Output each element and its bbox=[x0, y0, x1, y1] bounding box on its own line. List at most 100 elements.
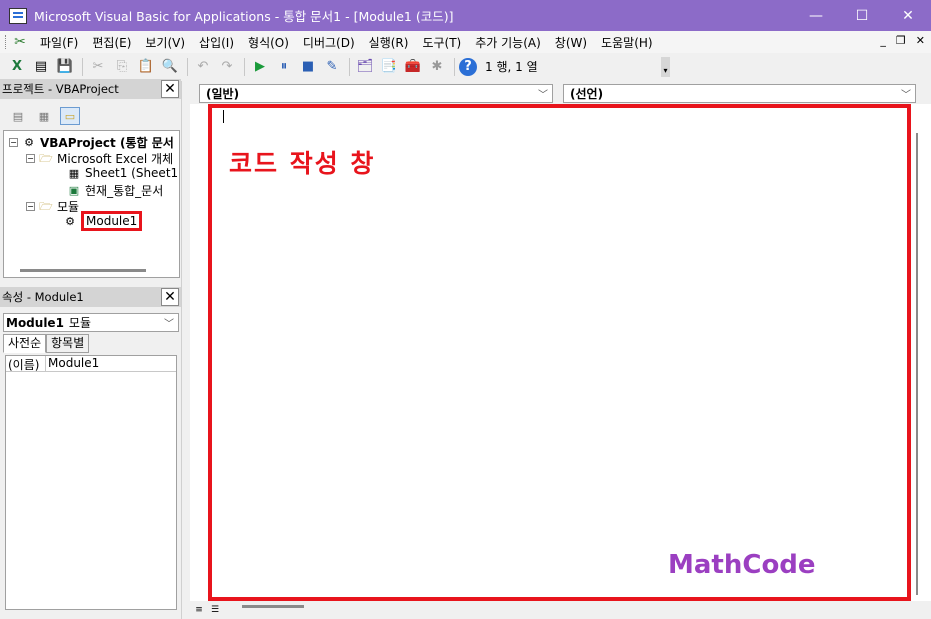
folder-open-icon: 🗁 bbox=[39, 152, 53, 165]
menu-addins[interactable]: 추가 기능(A) bbox=[468, 34, 548, 51]
menu-view[interactable]: 보기(V) bbox=[138, 34, 192, 51]
minimize-button[interactable]: — bbox=[793, 0, 839, 31]
scrollbar-thumb[interactable] bbox=[916, 133, 918, 595]
tab-categorized[interactable]: 항목별 bbox=[46, 334, 90, 353]
collapse-icon[interactable]: − bbox=[26, 202, 35, 211]
menu-insert[interactable]: 삽입(I) bbox=[192, 34, 241, 51]
design-mode-icon[interactable]: ✎ bbox=[321, 57, 343, 77]
chevron-down-icon[interactable]: ﹀ bbox=[901, 86, 911, 101]
workbook-icon: ▣ bbox=[68, 184, 80, 197]
property-value[interactable]: Module1 bbox=[46, 356, 99, 371]
properties-window-icon[interactable]: 📑 bbox=[378, 57, 400, 77]
tree-node-module1[interactable]: ⚙ Module1 bbox=[62, 211, 143, 231]
menu-bar: ✂ 파일(F) 편집(E) 보기(V) 삽입(I) 형식(O) 디버그(D) 실… bbox=[0, 31, 931, 53]
tree-label-module1: Module1 bbox=[81, 211, 143, 231]
insert-module-icon[interactable]: ▤ bbox=[30, 57, 52, 77]
folder-open-icon: 🗁 bbox=[39, 200, 53, 213]
object-selector[interactable]: Module1 모듈 ﹀ bbox=[3, 313, 179, 332]
pause-icon[interactable]: ⏸ bbox=[273, 57, 295, 77]
object-type: 모듈 bbox=[68, 316, 92, 330]
standard-toolbar: X ▤ 💾 ✂ ⎘ 📋 🔍 ↶ ↷ ▶ ⏸ ■ ✎ 🗂 📑 🧰 ✱ ? 1 행,… bbox=[0, 54, 672, 79]
object-name: Module1 bbox=[6, 315, 64, 330]
redo-icon[interactable]: ↷ bbox=[216, 57, 238, 77]
tree-label: Microsoft Excel 개체 bbox=[57, 152, 174, 166]
chevron-down-icon[interactable]: ﹀ bbox=[164, 315, 174, 330]
property-row[interactable]: (이름) Module1 bbox=[6, 356, 176, 372]
cut-icon[interactable]: ✂ bbox=[87, 57, 109, 77]
worksheet-icon: ▦ bbox=[68, 166, 80, 180]
close-window-button[interactable]: ✕ bbox=[885, 0, 931, 31]
maximize-button[interactable]: ☐ bbox=[839, 0, 885, 31]
tab-alphabetic[interactable]: 사전순 bbox=[3, 334, 47, 353]
project-panel-header: 프로젝트 - VBAProject ✕ bbox=[0, 79, 181, 99]
watermark-logo: MathCode bbox=[668, 550, 816, 580]
collapse-icon[interactable]: − bbox=[26, 154, 35, 163]
mdi-close-button[interactable]: ✕ bbox=[916, 34, 925, 47]
mdi-restore-button[interactable]: ❐ bbox=[896, 34, 906, 47]
properties-panel-title: 속성 - Module1 bbox=[2, 290, 84, 304]
menu-format[interactable]: 형식(O) bbox=[241, 34, 296, 51]
property-key: (이름) bbox=[6, 356, 46, 372]
project-explorer-icon[interactable]: 🗂 bbox=[354, 57, 376, 77]
project-panel-title: 프로젝트 - VBAProject bbox=[2, 82, 119, 96]
properties-grid: (이름) Module1 bbox=[5, 355, 177, 610]
excel-menu-icon[interactable]: ✂ bbox=[11, 34, 29, 50]
mdi-minimize-button[interactable]: _ bbox=[880, 34, 886, 47]
project-toolbar: ▤ ▦ ▭ bbox=[0, 103, 181, 129]
properties-tabs: 사전순 항목별 bbox=[3, 334, 90, 353]
properties-panel-header: 속성 - Module1 ✕ bbox=[0, 287, 181, 307]
toolbox-icon[interactable]: ✱ bbox=[426, 57, 448, 77]
view-object-icon[interactable]: ▦ bbox=[34, 107, 54, 125]
toolbar-overflow-icon[interactable]: ▾ bbox=[661, 57, 670, 77]
tree-node-vbaproject[interactable]: − ⚙ VBAProject (통합 문서 bbox=[9, 134, 174, 151]
chevron-down-icon[interactable]: ﹀ bbox=[538, 86, 548, 101]
window-title: Microsoft Visual Basic for Applications … bbox=[34, 9, 454, 24]
toolbar-separator bbox=[187, 57, 188, 76]
code-window-annotation: 코드 작성 창 bbox=[229, 149, 376, 178]
tree-node-excel-objects[interactable]: − 🗁 Microsoft Excel 개체 bbox=[26, 150, 173, 167]
menu-debug[interactable]: 디버그(D) bbox=[296, 34, 362, 51]
object-browser-icon[interactable]: 🧰 bbox=[402, 57, 424, 77]
project-tree: − ⚙ VBAProject (통합 문서 − 🗁 Microsoft Exce… bbox=[3, 130, 180, 278]
code-horizontal-scrollbar[interactable] bbox=[242, 605, 304, 608]
menu-window[interactable]: 창(W) bbox=[548, 34, 594, 51]
procedure-dropdown[interactable]: (선언) ﹀ bbox=[563, 84, 916, 103]
menu-edit[interactable]: 편집(E) bbox=[85, 34, 138, 51]
tree-horizontal-scrollbar[interactable] bbox=[20, 269, 146, 272]
menu-file[interactable]: 파일(F) bbox=[33, 34, 85, 51]
menubar-grip[interactable] bbox=[5, 35, 8, 49]
reset-icon[interactable]: ■ bbox=[297, 57, 319, 77]
object-dropdown[interactable]: (일반) ﹀ bbox=[199, 84, 553, 103]
toggle-folders-icon[interactable]: ▭ bbox=[60, 107, 80, 125]
vba-app-icon[interactable] bbox=[9, 7, 27, 24]
paste-icon[interactable]: 📋 bbox=[135, 57, 157, 77]
project-panel-close-button[interactable]: ✕ bbox=[161, 80, 179, 98]
toolbar-separator bbox=[244, 57, 245, 76]
save-icon[interactable]: 💾 bbox=[54, 57, 76, 77]
full-module-view-icon[interactable]: ☰ bbox=[208, 603, 222, 617]
run-icon[interactable]: ▶ bbox=[249, 57, 271, 77]
vbaproject-icon: ⚙ bbox=[24, 136, 34, 149]
copy-icon[interactable]: ⎘ bbox=[111, 57, 133, 77]
text-cursor bbox=[223, 110, 224, 123]
view-excel-icon[interactable]: X bbox=[6, 57, 28, 77]
tree-label: 현재_통합_문서 bbox=[85, 184, 164, 198]
collapse-icon[interactable]: − bbox=[9, 138, 18, 147]
find-icon[interactable]: 🔍 bbox=[159, 57, 181, 77]
menu-run[interactable]: 실행(R) bbox=[362, 34, 416, 51]
code-vertical-scrollbar[interactable] bbox=[914, 107, 920, 597]
undo-icon[interactable]: ↶ bbox=[192, 57, 214, 77]
pane-splitter[interactable] bbox=[181, 81, 187, 619]
help-icon[interactable]: ? bbox=[459, 57, 477, 76]
title-bar: Microsoft Visual Basic for Applications … bbox=[0, 0, 931, 31]
tree-node-sheet1[interactable]: ▦ Sheet1 (Sheet1) bbox=[66, 166, 179, 180]
mdi-controls: _ ❐ ✕ bbox=[880, 34, 925, 47]
procedure-view-icon[interactable]: ≡ bbox=[192, 603, 206, 617]
view-code-icon[interactable]: ▤ bbox=[8, 107, 28, 125]
object-dropdown-value: (일반) bbox=[206, 87, 240, 101]
menu-help[interactable]: 도움말(H) bbox=[594, 34, 660, 51]
code-bottom-bar: ≡ ☰ bbox=[190, 601, 931, 619]
menu-tools[interactable]: 도구(T) bbox=[415, 34, 468, 51]
tree-node-thisworkbook[interactable]: ▣ 현재_통합_문서 bbox=[66, 182, 163, 199]
properties-panel-close-button[interactable]: ✕ bbox=[161, 288, 179, 306]
